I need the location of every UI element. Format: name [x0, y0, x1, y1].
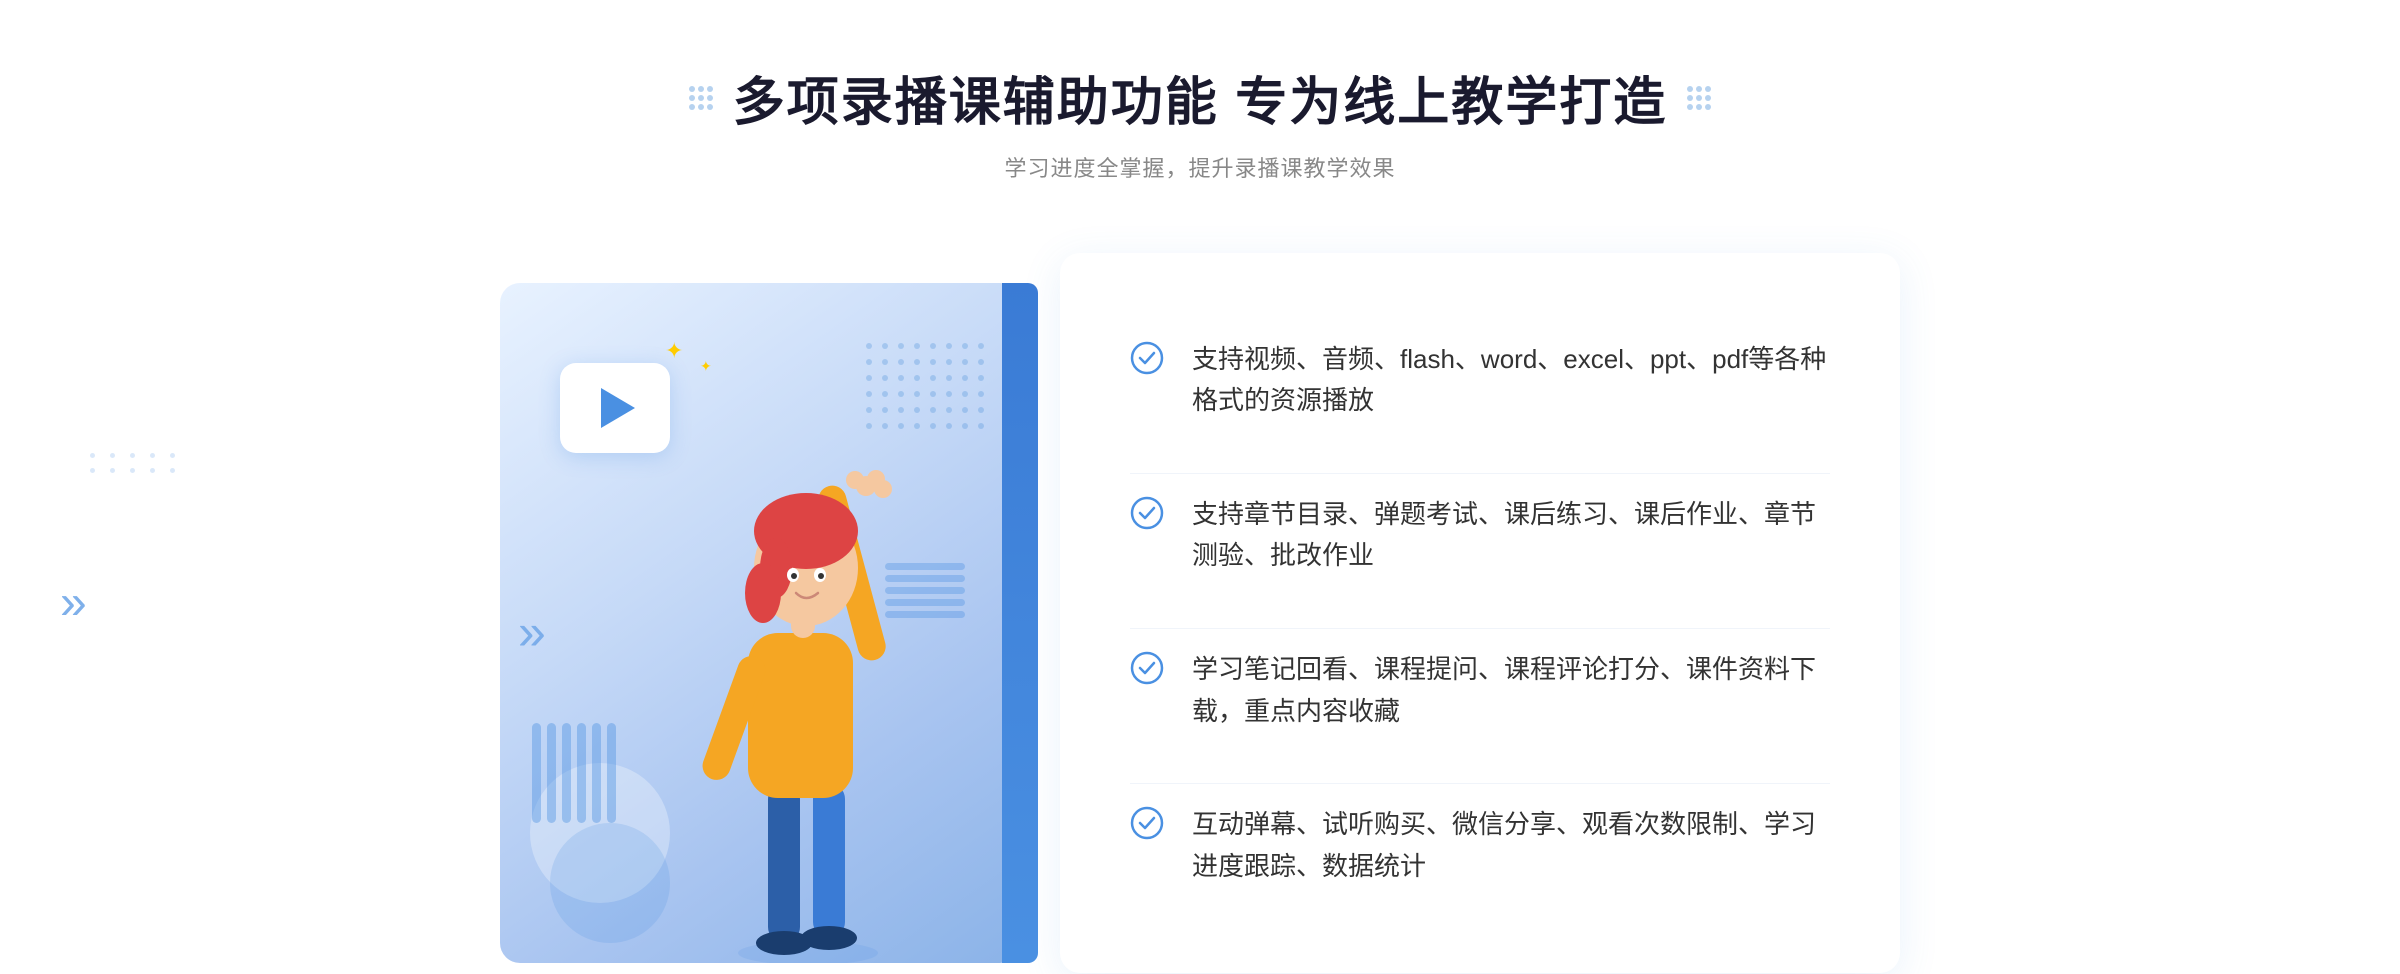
- feature-text-2: 支持章节目录、弹题考试、课后练习、课后作业、章节测验、批改作业: [1192, 494, 1830, 577]
- check-icon-2: [1130, 496, 1164, 530]
- features-panel: 支持视频、音频、flash、word、excel、ppt、pdf等各种格式的资源…: [1060, 253, 1900, 973]
- stripe-bars-left: [532, 723, 616, 823]
- accent-bar: [1002, 283, 1038, 963]
- nav-arrow-left[interactable]: »: [60, 576, 87, 631]
- chevron-deco: »: [518, 603, 546, 661]
- person-illustration: [648, 383, 968, 963]
- check-icon-1: [1130, 341, 1164, 375]
- check-icon-3: [1130, 651, 1164, 685]
- content-area: ✦ ✦: [500, 253, 1900, 973]
- feature-text-3: 学习笔记回看、课程提问、课程评论打分、课件资料下载，重点内容收藏: [1192, 649, 1830, 732]
- header-section: 多项录播课辅助功能 专为线上教学打造 学习进度全掌握，提升录播课教学效果: [0, 60, 2400, 183]
- main-content-wrapper: »: [0, 233, 2400, 973]
- feature-item-3: 学习笔记回看、课程提问、课程评论打分、课件资料下载，重点内容收藏: [1130, 628, 1830, 752]
- main-title: 多项录播课辅助功能 专为线上教学打造: [733, 60, 1667, 135]
- title-dots-right: [1687, 86, 1711, 110]
- feature-item-1: 支持视频、音频、flash、word、excel、ppt、pdf等各种格式的资源…: [1130, 319, 1830, 442]
- feature-text-1: 支持视频、音频、flash、word、excel、ppt、pdf等各种格式的资源…: [1192, 339, 1830, 422]
- sparkle-1: ✦: [665, 338, 683, 364]
- feature-text-4: 互动弹幕、试听购买、微信分享、观看次数限制、学习进度跟踪、数据统计: [1192, 804, 1830, 887]
- bg-dots-left: [90, 453, 180, 473]
- title-dots-left: [689, 86, 713, 110]
- page-container: 多项录播课辅助功能 专为线上教学打造 学习进度全掌握，提升录播课教学效果 »: [0, 0, 2400, 973]
- sparkle-2: ✦: [700, 358, 712, 375]
- play-icon: [601, 388, 635, 428]
- title-row: 多项录播课辅助功能 专为线上教学打造: [689, 60, 1711, 135]
- check-icon-4: [1130, 806, 1164, 840]
- illustration-panel: ✦ ✦: [500, 283, 1020, 963]
- content-row: ✦ ✦: [0, 233, 2400, 973]
- subtitle: 学习进度全掌握，提升录播课教学效果: [1004, 151, 1395, 183]
- circle-blue-ll: [550, 823, 670, 943]
- feature-item-2: 支持章节目录、弹题考试、课后练习、课后作业、章节测验、批改作业: [1130, 473, 1830, 597]
- feature-item-4: 互动弹幕、试听购买、微信分享、观看次数限制、学习进度跟踪、数据统计: [1130, 783, 1830, 907]
